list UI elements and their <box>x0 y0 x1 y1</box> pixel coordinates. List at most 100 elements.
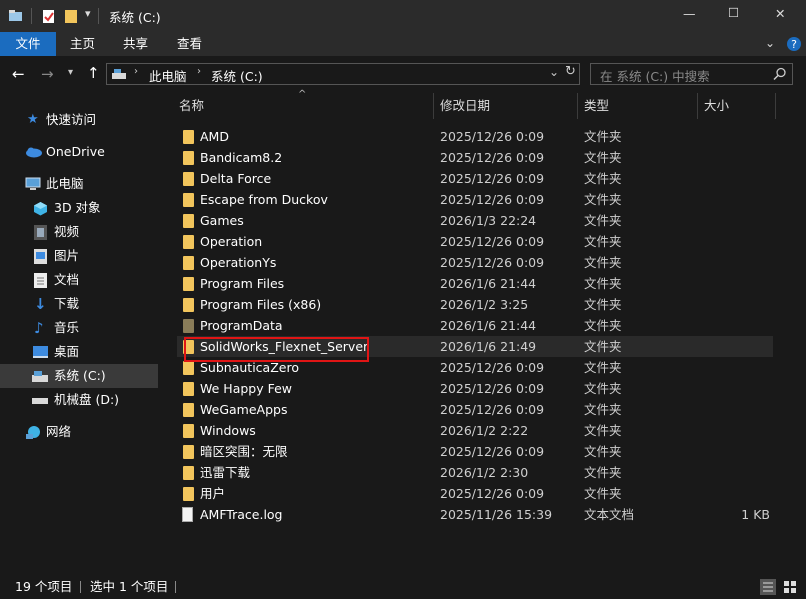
file-name: Operation <box>200 234 263 249</box>
file-type: 文件夹 <box>584 402 622 417</box>
folder-icon <box>183 382 194 396</box>
window-title: 系统 (C:) <box>109 10 161 25</box>
breadcrumb-separator-icon: › <box>197 66 201 77</box>
properties-icon[interactable] <box>42 8 56 24</box>
table-row[interactable]: 暗区突围：无限 2025/12/26 0:09 文件夹 <box>177 441 773 462</box>
star-icon: ★ <box>27 112 39 127</box>
file-modified-date: 2025/12/26 0:09 <box>440 171 545 186</box>
maximize-button[interactable]: ☐ <box>728 5 739 20</box>
refresh-icon[interactable]: ↻ <box>565 64 576 79</box>
table-row[interactable]: 用户 2025/12/26 0:09 文件夹 <box>177 483 773 504</box>
quick-access-dropdown-icon[interactable]: ▾ <box>85 7 91 20</box>
file-type: 文件夹 <box>584 381 622 396</box>
nav-documents[interactable]: 文档 <box>0 268 158 292</box>
table-row[interactable]: 迅雷下载 2026/1/2 2:30 文件夹 <box>177 462 773 483</box>
close-button[interactable]: ✕ <box>775 6 785 21</box>
new-folder-icon[interactable] <box>64 8 78 24</box>
table-row[interactable]: Delta Force 2025/12/26 0:09 文件夹 <box>177 168 773 189</box>
nav-drive-d[interactable]: 机械盘 (D:) <box>0 388 158 412</box>
drive-icon <box>32 398 48 404</box>
tab-view[interactable]: 查看 <box>177 32 202 56</box>
column-header-modified[interactable]: 修改日期 <box>440 93 490 119</box>
column-header-size[interactable]: 大小 <box>704 93 729 119</box>
tab-home[interactable]: 主页 <box>70 32 95 56</box>
file-name: WeGameApps <box>200 402 288 417</box>
file-list: ^ 名称 修改日期 类型 大小 AMD 2025/12/26 0:09 文件夹 Ban… <box>160 89 806 574</box>
table-row[interactable]: Operation 2025/12/26 0:09 文件夹 <box>177 231 773 252</box>
file-modified-date: 2025/12/26 0:09 <box>440 150 545 165</box>
tab-file[interactable]: 文件 <box>0 32 56 56</box>
folder-icon <box>183 193 194 207</box>
address-bar[interactable]: › 此电脑 › 系统 (C:) ⌄ ↻ <box>106 63 580 85</box>
file-name: 迅雷下载 <box>200 465 251 480</box>
forward-arrow-icon[interactable]: → <box>41 65 54 83</box>
up-arrow-icon[interactable]: ↑ <box>87 64 100 82</box>
column-header-name[interactable]: 名称 <box>179 93 204 119</box>
column-divider[interactable] <box>775 93 776 119</box>
table-row[interactable]: Bandicam8.2 2025/12/26 0:09 文件夹 <box>177 147 773 168</box>
table-row[interactable]: ProgramData 2026/1/6 21:44 文件夹 <box>177 315 773 336</box>
table-row[interactable]: Escape from Duckov 2025/12/26 0:09 文件夹 <box>177 189 773 210</box>
breadcrumb-drive-c[interactable]: 系统 (C:) <box>211 66 263 85</box>
nav-desktop[interactable]: 桌面 <box>0 340 158 364</box>
nav-pictures[interactable]: 图片 <box>0 244 158 268</box>
table-row[interactable]: Program Files (x86) 2026/1/2 3:25 文件夹 <box>177 294 773 315</box>
nav-videos[interactable]: 视频 <box>0 220 158 244</box>
column-divider[interactable] <box>577 93 578 119</box>
back-arrow-icon[interactable]: ← <box>12 65 25 83</box>
table-row[interactable]: WeGameApps 2025/12/26 0:09 文件夹 <box>177 399 773 420</box>
nav-onedrive[interactable]: OneDrive <box>0 140 158 164</box>
column-divider[interactable] <box>433 93 434 119</box>
expand-ribbon-icon[interactable]: ⌄ <box>765 36 775 50</box>
file-modified-date: 2025/12/26 0:09 <box>440 129 545 144</box>
column-header-type[interactable]: 类型 <box>584 93 609 119</box>
address-history-icon[interactable]: ⌄ <box>549 65 559 79</box>
network-icon <box>26 426 40 439</box>
file-size <box>687 126 770 147</box>
table-row[interactable]: AMFTrace.log 2025/11/26 15:39 文本文档 1 KB <box>177 504 773 525</box>
search-input[interactable]: 在 系统 (C:) 中搜索 <box>590 63 793 85</box>
breadcrumb-this-pc[interactable]: 此电脑 <box>149 66 187 85</box>
highlight-annotation-box <box>184 337 369 362</box>
large-icons-view-icon[interactable] <box>782 579 798 595</box>
picture-icon <box>34 249 47 264</box>
folder-icon <box>183 361 194 375</box>
desktop-icon <box>33 346 48 358</box>
folder-icon <box>183 466 194 480</box>
nav-network[interactable]: 网络 <box>0 420 158 444</box>
search-icon[interactable] <box>773 67 787 81</box>
tab-share[interactable]: 共享 <box>123 32 148 56</box>
file-size <box>687 462 770 483</box>
status-bar: 19 个项目 选中 1 个项目 <box>0 574 806 599</box>
table-row[interactable]: AMD 2025/12/26 0:09 文件夹 <box>177 126 773 147</box>
explorer-icon[interactable] <box>8 9 24 23</box>
nav-label: 网络 <box>46 424 72 439</box>
folder-icon <box>183 319 194 333</box>
file-size <box>687 336 770 357</box>
music-icon: ♪ <box>34 319 44 337</box>
column-divider[interactable] <box>697 93 698 119</box>
titlebar-divider <box>31 8 32 24</box>
folder-icon <box>183 487 194 501</box>
table-row[interactable]: Program Files 2026/1/6 21:44 文件夹 <box>177 273 773 294</box>
recent-locations-icon[interactable]: ▾ <box>68 67 73 78</box>
nav-downloads[interactable]: ↓ 下载 <box>0 292 158 316</box>
table-row[interactable]: OperationYs 2025/12/26 0:09 文件夹 <box>177 252 773 273</box>
ribbon: 文件 主页 共享 查看 ⌄ ? <box>0 32 806 56</box>
help-icon[interactable]: ? <box>786 36 802 52</box>
nav-drive-c[interactable]: 系统 (C:) <box>0 364 158 388</box>
nav-this-pc[interactable]: 此电脑 <box>0 172 158 196</box>
nav-music[interactable]: ♪ 音乐 <box>0 316 158 340</box>
folder-icon <box>183 298 194 312</box>
nav-3d-objects[interactable]: 3D 对象 <box>0 196 158 220</box>
table-row[interactable]: We Happy Few 2025/12/26 0:09 文件夹 <box>177 378 773 399</box>
folder-icon <box>183 151 194 165</box>
nav-quick-access[interactable]: ★ 快速访问 <box>0 108 158 132</box>
cloud-icon <box>26 147 42 158</box>
details-view-icon[interactable] <box>760 579 776 595</box>
nav-label: 3D 对象 <box>54 200 101 215</box>
table-row[interactable]: Games 2026/1/3 22:24 文件夹 <box>177 210 773 231</box>
minimize-button[interactable]: — <box>683 6 696 21</box>
table-row[interactable]: Windows 2026/1/2 2:22 文件夹 <box>177 420 773 441</box>
navigation-pane: ★ 快速访问 OneDrive 此电脑 3D 对象 视频 图片 文档 ↓ 下载 … <box>0 93 158 574</box>
